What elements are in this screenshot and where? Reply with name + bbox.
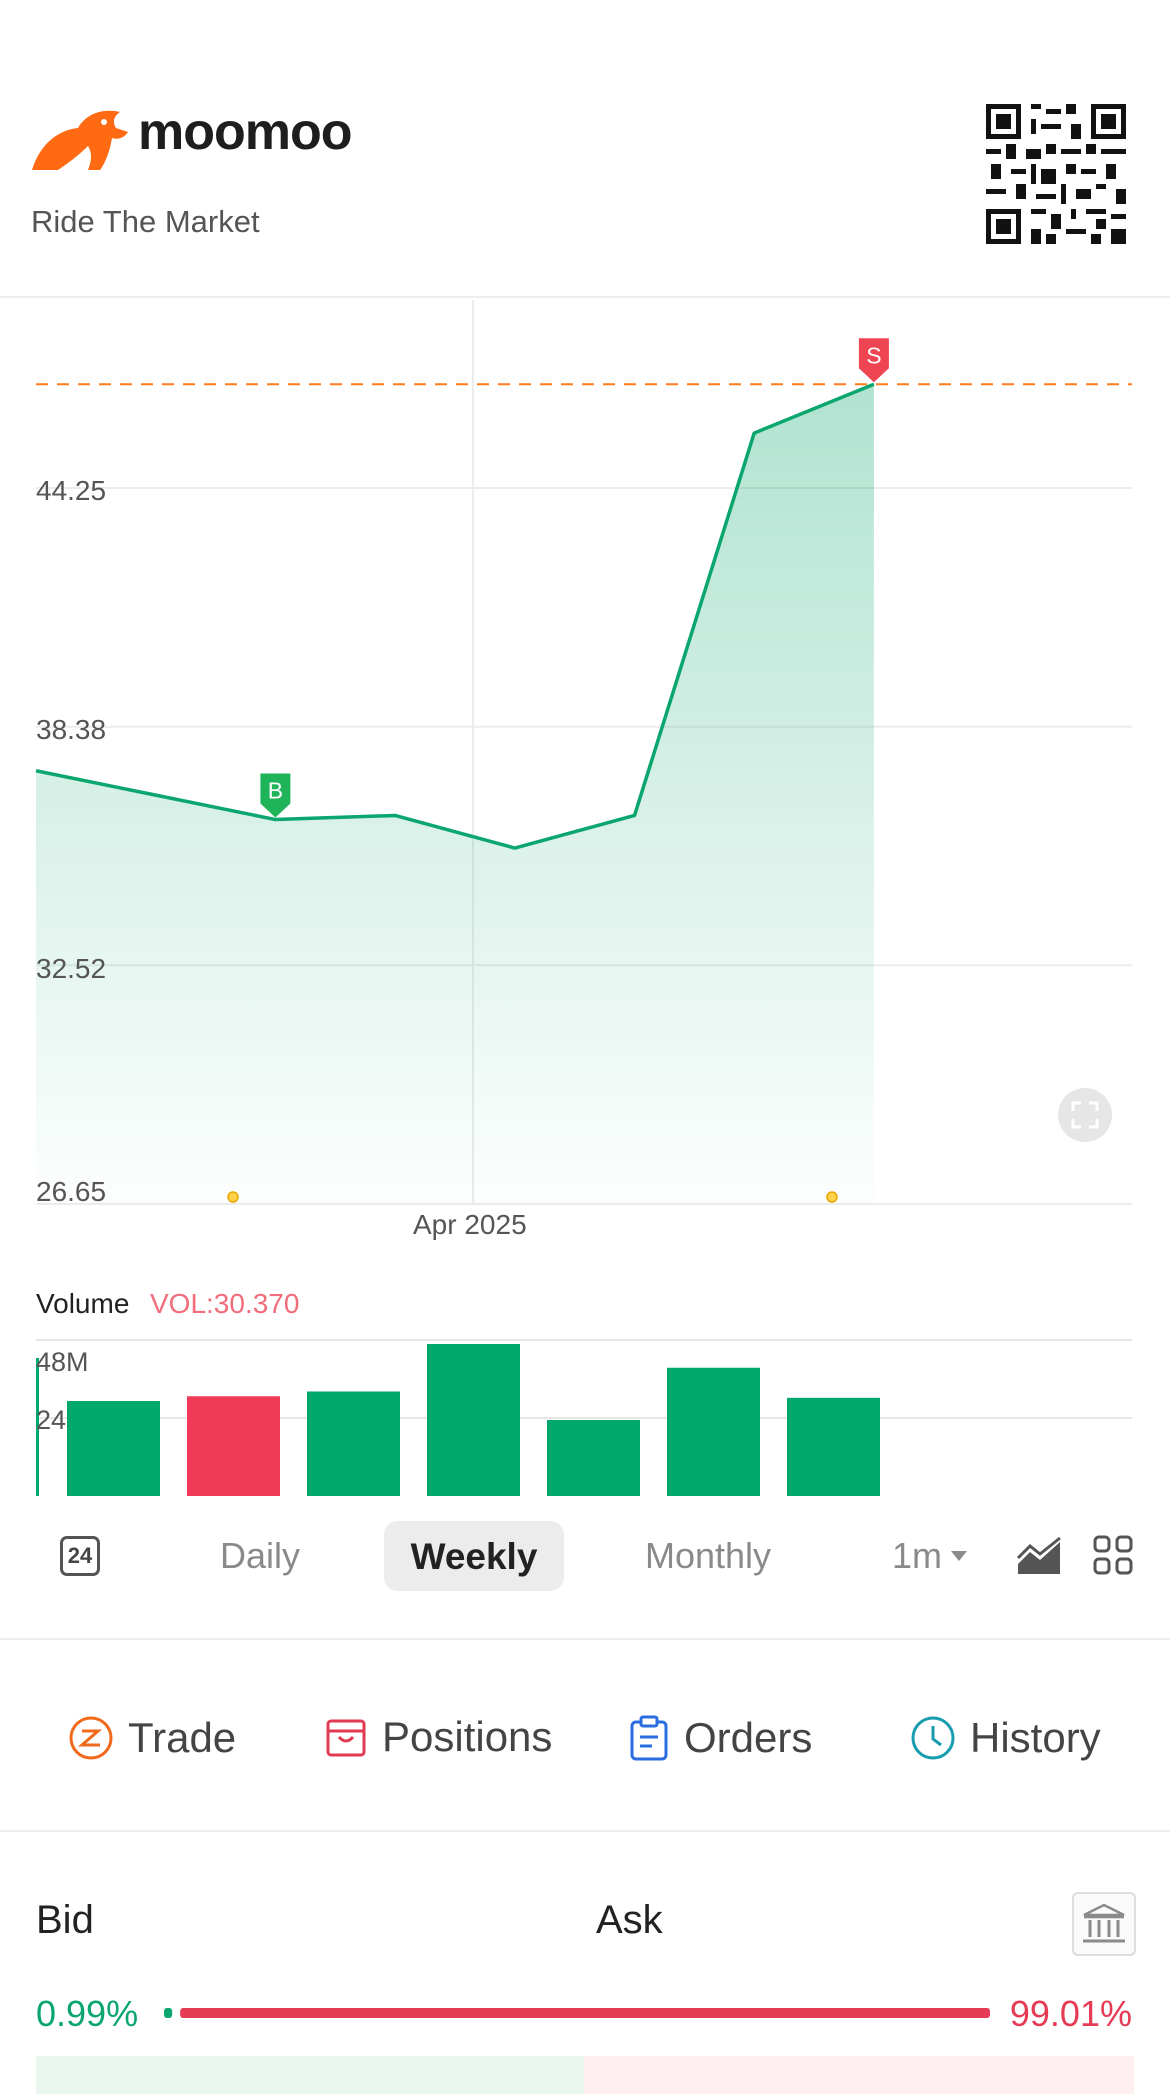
moomoo-bull-icon: [32, 110, 128, 170]
orders-button[interactable]: Orders: [628, 1715, 812, 1761]
volume-bar[interactable]: [667, 1367, 760, 1496]
brand-tagline: Ride The Market: [31, 204, 260, 239]
volume-bar[interactable]: [67, 1401, 160, 1496]
bid-ask-ratio-bar: [164, 2008, 990, 2018]
trade-icon: [69, 1716, 113, 1760]
section-divider: [0, 1830, 1170, 1832]
sell-marker[interactable]: S: [858, 338, 889, 383]
moomoo-logo: [30, 104, 130, 174]
history-button[interactable]: History: [910, 1715, 1101, 1761]
volume-chart[interactable]: [0, 1330, 1170, 1500]
volume-bar[interactable]: [547, 1420, 640, 1496]
range-dropdown[interactable]: 1m: [892, 1538, 968, 1574]
ask-panel: [584, 2056, 1134, 2094]
section-divider: [0, 1638, 1170, 1640]
event-dot[interactable]: [227, 1191, 239, 1203]
chevron-down-icon: [951, 1551, 968, 1561]
positions-label: Positions: [382, 1713, 553, 1760]
y-tick-label: 26.65: [36, 1176, 107, 1207]
area-chart-icon: [1016, 1536, 1061, 1574]
price-chart[interactable]: BS: [0, 298, 1170, 1248]
volume-bar[interactable]: [787, 1397, 880, 1496]
history-icon: [911, 1716, 955, 1760]
bid-label: Bid: [36, 1898, 94, 1942]
trade-label: Trade: [128, 1714, 237, 1761]
brand-name: moomoo: [138, 103, 353, 161]
tab-weekly[interactable]: Weekly: [384, 1538, 564, 1575]
volume-value: VOL:30.370: [150, 1288, 300, 1319]
tab-monthly[interactable]: Monthly: [645, 1538, 771, 1574]
bid-percentage: 0.99%: [36, 1993, 139, 2034]
extended-hours-button[interactable]: 24: [60, 1536, 100, 1576]
buy-marker-label: B: [268, 778, 283, 804]
trade-button[interactable]: Trade: [68, 1715, 236, 1761]
event-dot[interactable]: [826, 1191, 838, 1203]
tab-daily[interactable]: Daily: [220, 1538, 300, 1574]
orders-icon: [630, 1715, 668, 1761]
indicators-button[interactable]: [1092, 1534, 1134, 1581]
y-tick-label: 44.25: [36, 475, 107, 506]
volume-bar[interactable]: [187, 1396, 280, 1496]
y-tick-label: 38.38: [36, 714, 107, 745]
range-label: 1m: [892, 1535, 943, 1576]
expand-chart-button[interactable]: [1058, 1088, 1112, 1142]
orders-label: Orders: [684, 1714, 813, 1761]
ask-label: Ask: [596, 1898, 663, 1942]
bid-ratio-segment: [164, 2008, 173, 2018]
fullscreen-icon: [1071, 1101, 1099, 1129]
sell-marker-label: S: [866, 342, 881, 368]
positions-icon: [326, 1719, 366, 1757]
ask-percentage: 99.01%: [1009, 1993, 1132, 2034]
y-tick-label: 32.52: [36, 953, 107, 984]
history-label: History: [970, 1714, 1101, 1761]
volume-title: Volume: [36, 1288, 130, 1319]
exchange-button[interactable]: [1072, 1892, 1136, 1956]
grid-icon: [1093, 1535, 1133, 1575]
price-area: [36, 384, 874, 1204]
volume-tick-label: 24: [36, 1405, 67, 1435]
buy-marker[interactable]: B: [260, 773, 291, 818]
volume-bar[interactable]: [307, 1391, 400, 1497]
x-tick-label: Apr 2025: [413, 1209, 527, 1240]
ask-ratio-segment: [180, 2008, 990, 2018]
extended-hours-label: 24: [67, 1543, 93, 1568]
bid-panel: [36, 2056, 584, 2094]
qr-code[interactable]: [986, 104, 1126, 244]
volume-bar[interactable]: [427, 1344, 520, 1496]
volume-tick-label: 48M: [36, 1347, 89, 1377]
positions-button[interactable]: Positions: [324, 1715, 552, 1759]
chart-type-button[interactable]: [1016, 1536, 1062, 1581]
bank-icon: [1083, 1903, 1125, 1943]
